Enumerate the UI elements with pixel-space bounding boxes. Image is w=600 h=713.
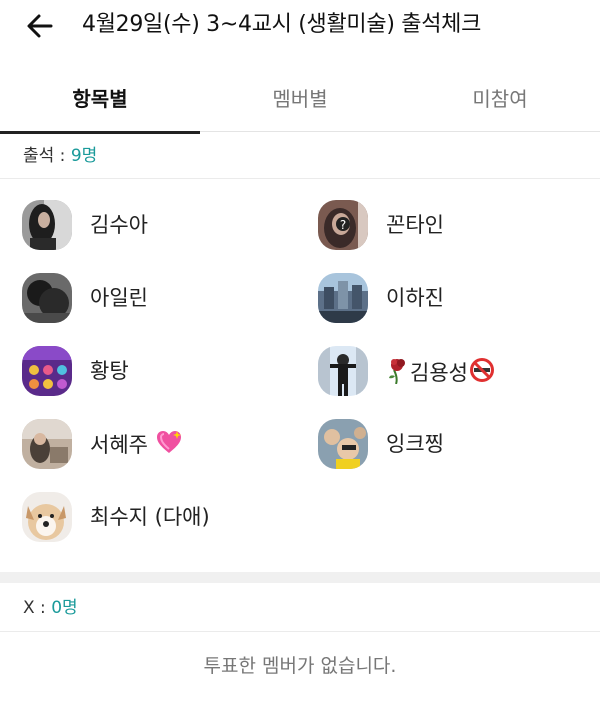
member-name: 김수아 bbox=[90, 213, 148, 237]
tab-bar: 항목별 멤버별 미참여 bbox=[0, 70, 600, 134]
avatar bbox=[318, 346, 368, 396]
absent-label-text: X bbox=[23, 598, 35, 618]
member-item[interactable]: 이하진 bbox=[318, 273, 598, 327]
member-item[interactable]: 잉크찡 bbox=[318, 419, 598, 473]
no-smoking-icon bbox=[468, 356, 496, 392]
tab-by-item[interactable]: 항목별 bbox=[0, 70, 200, 134]
attendance-count: 9명 bbox=[70, 146, 98, 166]
member-name-text: 김용성 bbox=[410, 361, 468, 385]
attendance-separator: : bbox=[54, 146, 71, 166]
member-item[interactable]: 최수지 (다애) bbox=[22, 492, 302, 546]
member-name: 김용성 bbox=[386, 356, 496, 392]
app-header: 4월29일(수) 3~4교시 (생활미술) 출석체크 bbox=[0, 0, 600, 52]
member-name: 최수지 (다애) bbox=[90, 505, 210, 529]
avatar bbox=[318, 419, 368, 469]
member-item[interactable]: 아일린 bbox=[22, 273, 302, 327]
section-separator bbox=[0, 572, 600, 583]
avatar bbox=[22, 419, 72, 469]
member-name: 이하진 bbox=[386, 286, 444, 310]
tab-by-member[interactable]: 멤버별 bbox=[200, 70, 400, 132]
member-item[interactable]: ? 꼰타인 bbox=[318, 200, 598, 254]
absent-count: 0명 bbox=[51, 598, 78, 618]
wilted-rose-icon bbox=[386, 356, 410, 392]
empty-state-message: 투표한 멤버가 없습니다. bbox=[203, 655, 397, 677]
divider bbox=[0, 631, 600, 632]
member-name: 아일린 bbox=[90, 286, 148, 310]
avatar bbox=[22, 273, 72, 323]
avatar bbox=[318, 273, 368, 323]
member-name-text: 서혜주 bbox=[90, 433, 148, 457]
member-item[interactable]: 김용성 bbox=[318, 346, 598, 400]
avatar: ? bbox=[318, 200, 368, 250]
page-title: 4월29일(수) 3~4교시 (생활미술) 출석체크 bbox=[82, 12, 482, 37]
member-name: 잉크찡 bbox=[386, 432, 444, 456]
sparkling-heart-icon bbox=[155, 429, 183, 463]
member-name: 꼰타인 bbox=[386, 213, 444, 237]
member-item[interactable]: 김수아 bbox=[22, 200, 302, 254]
attendance-label: 출석 : 9명 bbox=[23, 144, 97, 168]
svg-text:?: ? bbox=[340, 218, 346, 232]
back-button[interactable] bbox=[22, 8, 58, 44]
avatar bbox=[22, 346, 72, 396]
arrow-left-icon bbox=[27, 14, 53, 38]
member-item[interactable]: 황탕 bbox=[22, 346, 302, 400]
attendance-label-text: 출석 bbox=[23, 146, 55, 166]
absent-label: X : 0명 bbox=[23, 596, 78, 620]
tab-non-participant[interactable]: 미참여 bbox=[400, 70, 600, 132]
member-name: 황탕 bbox=[90, 359, 129, 383]
avatar bbox=[22, 492, 72, 542]
absent-separator: : bbox=[34, 598, 52, 618]
member-item[interactable]: 서혜주 bbox=[22, 419, 302, 473]
avatar bbox=[22, 200, 72, 250]
member-name: 서혜주 bbox=[90, 429, 183, 463]
divider bbox=[0, 178, 600, 179]
